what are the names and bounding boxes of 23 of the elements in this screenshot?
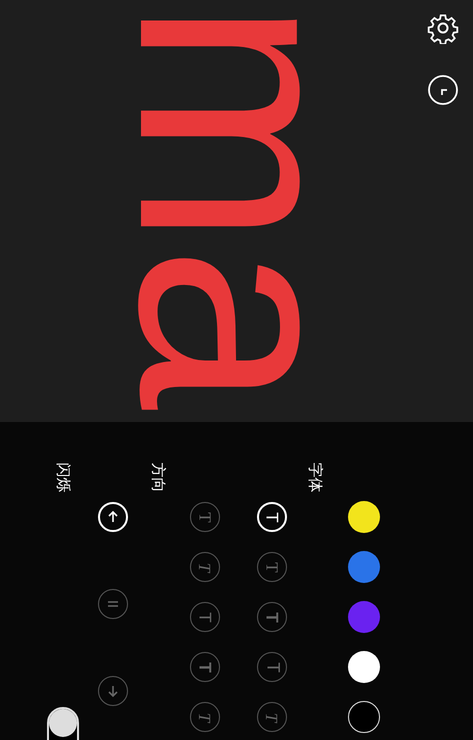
font-option[interactable]: T: [190, 652, 220, 682]
settings-icon[interactable]: [427, 12, 459, 44]
direction-label: 方向: [148, 462, 168, 492]
font-option[interactable]: T: [257, 652, 287, 682]
color-swatch[interactable]: [348, 501, 380, 533]
font-option[interactable]: T: [190, 602, 220, 632]
font-option[interactable]: T: [257, 602, 287, 632]
color-swatch[interactable]: [348, 701, 380, 733]
font-label: 字体: [306, 462, 324, 492]
color-swatch[interactable]: [348, 601, 380, 633]
blink-label: 闪烁: [54, 462, 72, 492]
color-swatch[interactable]: [348, 551, 380, 583]
font-option[interactable]: T: [190, 552, 220, 582]
color-swatch[interactable]: [348, 651, 380, 683]
arrow-icon: [106, 510, 120, 524]
font-option[interactable]: T: [190, 702, 220, 732]
arrow-icon: [106, 684, 120, 698]
font-option[interactable]: T: [257, 702, 287, 732]
font-option[interactable]: T: [257, 502, 287, 532]
scrolling-text: ma: [95, 0, 390, 410]
clock-icon[interactable]: [427, 74, 459, 106]
font-option[interactable]: T: [190, 502, 220, 532]
font-option[interactable]: T: [257, 552, 287, 582]
